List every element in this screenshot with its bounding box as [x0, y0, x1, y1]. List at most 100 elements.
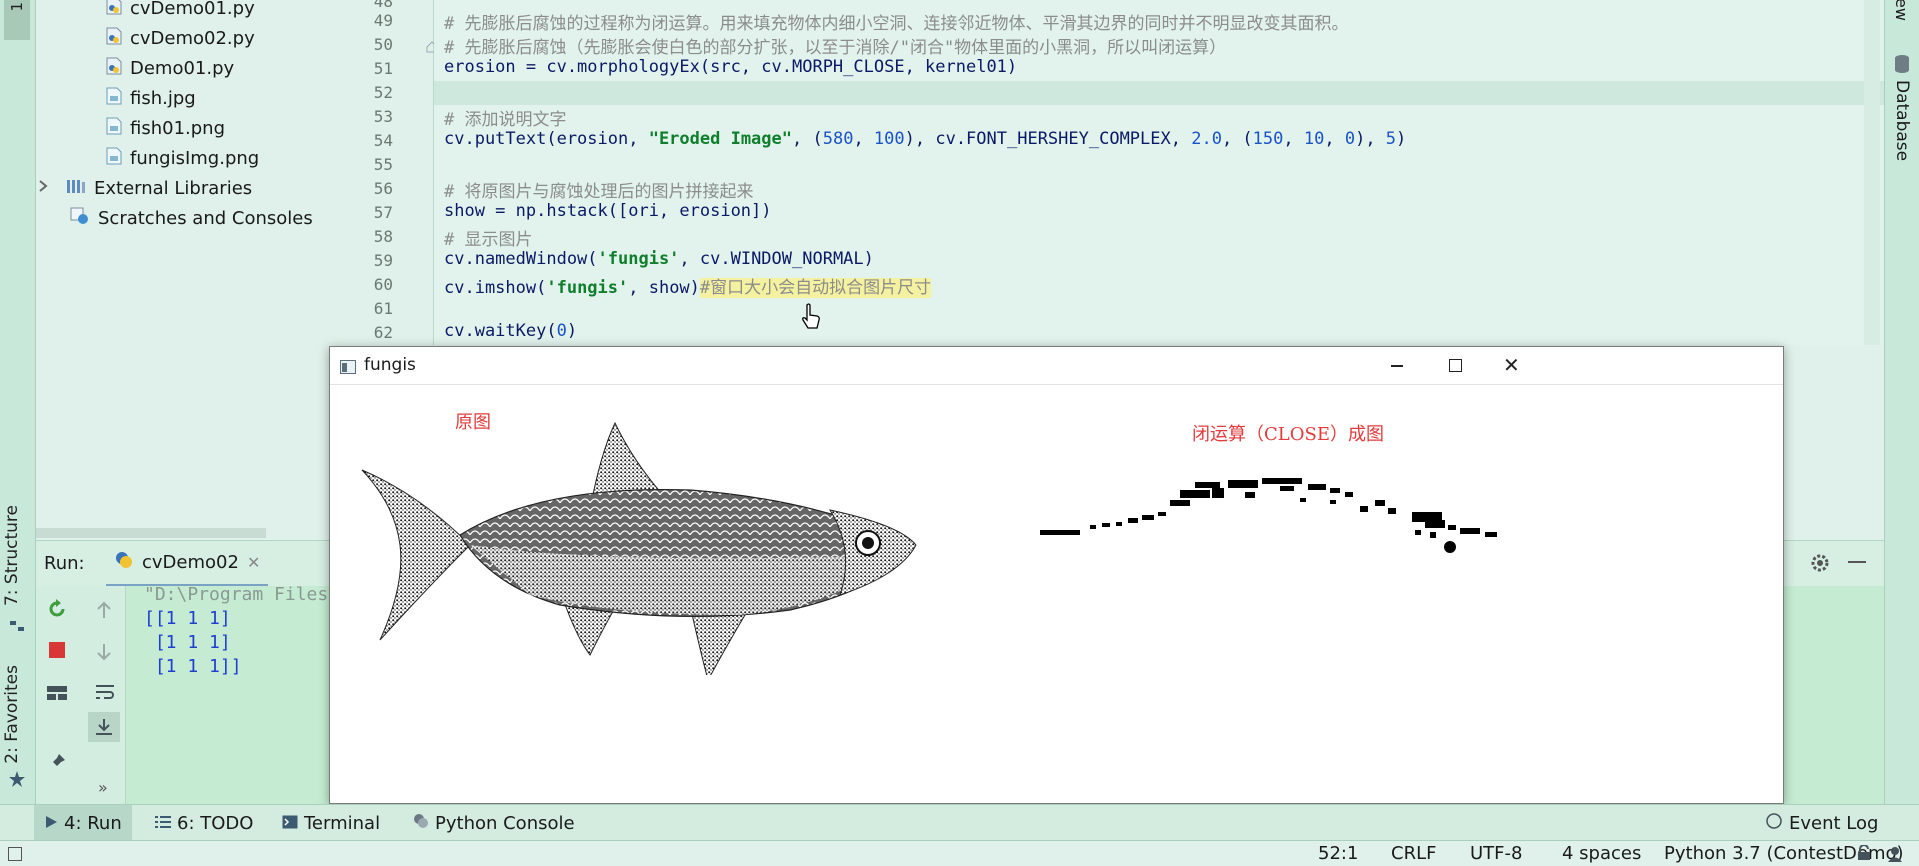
toggle-tool-windows-icon[interactable] [8, 847, 22, 861]
line-number: 48 [373, 0, 393, 11]
original-fish-image [361, 421, 917, 675]
tool-tab-todo[interactable]: 6: TODO [145, 805, 263, 841]
gear-icon[interactable] [1810, 553, 1830, 578]
indent-setting[interactable]: 4 spaces [1562, 843, 1641, 864]
pin-icon[interactable] [47, 752, 67, 777]
line-number: 58 [373, 227, 393, 246]
tree-horizontal-scrollbar[interactable] [36, 528, 266, 538]
code-editor[interactable]: # 先膨胀后腐蚀的过程称为闭运算。用来填充物体内细小空洞、连接邻近物体、平滑其边… [434, 0, 1884, 345]
layout-icon[interactable] [46, 684, 68, 707]
star-icon [8, 770, 26, 793]
structure-tab[interactable]: 7: Structure [2, 505, 22, 606]
code-line: cv.namedWindow('fungis', cv.WINDOW_NORMA… [444, 249, 874, 269]
arrow-down-icon[interactable] [95, 642, 113, 667]
project-tab[interactable]: 1 [4, 0, 30, 40]
run-tab[interactable]: cvDemo02 ✕ [106, 541, 269, 587]
code-line: erosion = cv.morphologyEx(src, cv.MORPH_… [444, 57, 1018, 77]
console-line: [1 1 1] [144, 632, 231, 653]
close-icon[interactable]: ✕ [247, 553, 260, 572]
event-log-label: Event Log [1789, 812, 1879, 834]
event-log-icon [1765, 812, 1783, 835]
chevron-right-icon [36, 179, 66, 197]
line-number: 62 [373, 323, 393, 342]
window-title: fungis [364, 355, 416, 375]
line-number: 61 [373, 299, 393, 318]
scratches-icon [70, 207, 90, 230]
structure-icon [9, 618, 25, 639]
database-icon [1893, 54, 1911, 79]
rerun-icon[interactable] [46, 598, 68, 625]
line-separator[interactable]: CRLF [1391, 843, 1436, 864]
line-number: 53 [373, 107, 393, 126]
window-app-icon [340, 358, 356, 379]
close-window-button[interactable]: ✕ [1503, 353, 1520, 377]
lock-icon[interactable] [1857, 844, 1871, 866]
arrow-up-icon[interactable] [95, 600, 113, 625]
line-number: 56 [373, 179, 393, 198]
minimize-button[interactable] [1391, 365, 1403, 367]
line-number: 55 [373, 155, 393, 174]
scroll-to-end-button[interactable] [88, 712, 120, 742]
line-number: 52 [373, 83, 393, 102]
python-file-icon [106, 0, 122, 20]
image-file-icon [106, 147, 122, 170]
code-line: # 显示图片 [444, 230, 533, 250]
tool-tab-label: Python Console [435, 812, 575, 834]
event-log-tab[interactable]: Event Log [1755, 805, 1888, 841]
code-line: # 添加说明文字 [444, 110, 567, 130]
minimize-panel-icon[interactable] [1848, 561, 1866, 563]
stop-icon[interactable] [49, 642, 65, 658]
tree-file-name: Demo01.py [130, 57, 235, 79]
caret-position[interactable]: 52:1 [1318, 843, 1358, 864]
line-number: 59 [373, 251, 393, 270]
inspector-icon[interactable] [1886, 845, 1904, 866]
tree-file-item[interactable]: fungisImg.png [106, 143, 259, 173]
soft-wrap-icon[interactable] [94, 682, 116, 707]
tool-tab-run[interactable]: 4: Run [34, 805, 132, 841]
tool-tab-label: 6: TODO [177, 812, 254, 834]
tree-file-item[interactable]: fish.jpg [106, 83, 196, 113]
maximize-button[interactable] [1449, 359, 1462, 372]
project-tab-label: 1 [8, 2, 26, 12]
run-tab-label: cvDemo02 [142, 552, 239, 573]
favorites-tab[interactable]: 2: Favorites [2, 665, 22, 764]
code-line: cv.waitKey(0) [444, 321, 578, 341]
line-number: 60 [373, 275, 393, 294]
file-encoding[interactable]: UTF-8 [1470, 843, 1522, 864]
console-line: [[1 1 1] [144, 608, 231, 629]
code-line: # 先膨胀后腐蚀的过程称为闭运算。用来填充物体内细小空洞、连接邻近物体、平滑其边… [444, 14, 1349, 34]
fungis-window[interactable]: fungis ✕ 原图 闭运算（CLOSE）成图 [329, 346, 1784, 804]
tree-scratches[interactable]: Scratches and Consoles [70, 203, 313, 233]
tool-window-bar: 4: Run 6: TODO Terminal Python Console E… [0, 804, 1919, 841]
current-line-highlight [434, 81, 1884, 105]
mouse-cursor-icon [800, 303, 822, 336]
console-line: [1 1 1]] [144, 656, 242, 677]
database-tab[interactable]: Database [1892, 80, 1912, 161]
more-chevron-icon[interactable]: » [98, 778, 108, 797]
window-titlebar[interactable]: fungis ✕ [330, 347, 1783, 385]
tree-file-item[interactable]: cvDemo02.py [106, 23, 255, 53]
code-line: cv.imshow('fungis', show)#窗口大小会自动拟合图片尺寸 [444, 278, 932, 298]
line-number: 51 [373, 59, 393, 78]
project-tree: cvDemo01.py cvDemo02.py Demo01.py fish.j… [36, 0, 352, 540]
image-file-icon [106, 117, 122, 140]
tool-tab-terminal[interactable]: Terminal [272, 805, 390, 841]
tree-file-name: fish.jpg [130, 87, 196, 109]
code-line: cv.putText(erosion, "Eroded Image", (580… [444, 129, 1407, 149]
tree-file-item[interactable]: Demo01.py [106, 53, 234, 83]
line-number: 49 [373, 11, 393, 30]
code-line: # 将原图片与腐蚀处理后的图片拼接起来 [444, 182, 754, 202]
editor-scrollbar[interactable] [1864, 0, 1880, 345]
right-top-tab[interactable]: ew [1892, 0, 1911, 21]
tree-item-label: Scratches and Consoles [98, 207, 313, 229]
status-bar: 52:1 CRLF UTF-8 4 spaces Python 3.7 (Con… [0, 840, 1919, 866]
code-line: # 先膨胀后腐蚀（先膨胀会使白色的部分扩张，以至于消除/"闭合"物体里面的小黑洞… [444, 38, 1227, 58]
tree-external-libraries[interactable]: External Libraries [36, 173, 252, 203]
tool-tab-python-console[interactable]: Python Console [403, 805, 585, 841]
tree-file-item[interactable]: fish01.png [106, 113, 225, 143]
image-file-icon [106, 87, 122, 110]
line-number: 57 [373, 203, 393, 222]
scroll-to-end-icon [94, 717, 114, 742]
tree-file-item[interactable]: cvDemo01.py [106, 0, 255, 23]
tree-file-name: cvDemo01.py [130, 0, 255, 19]
